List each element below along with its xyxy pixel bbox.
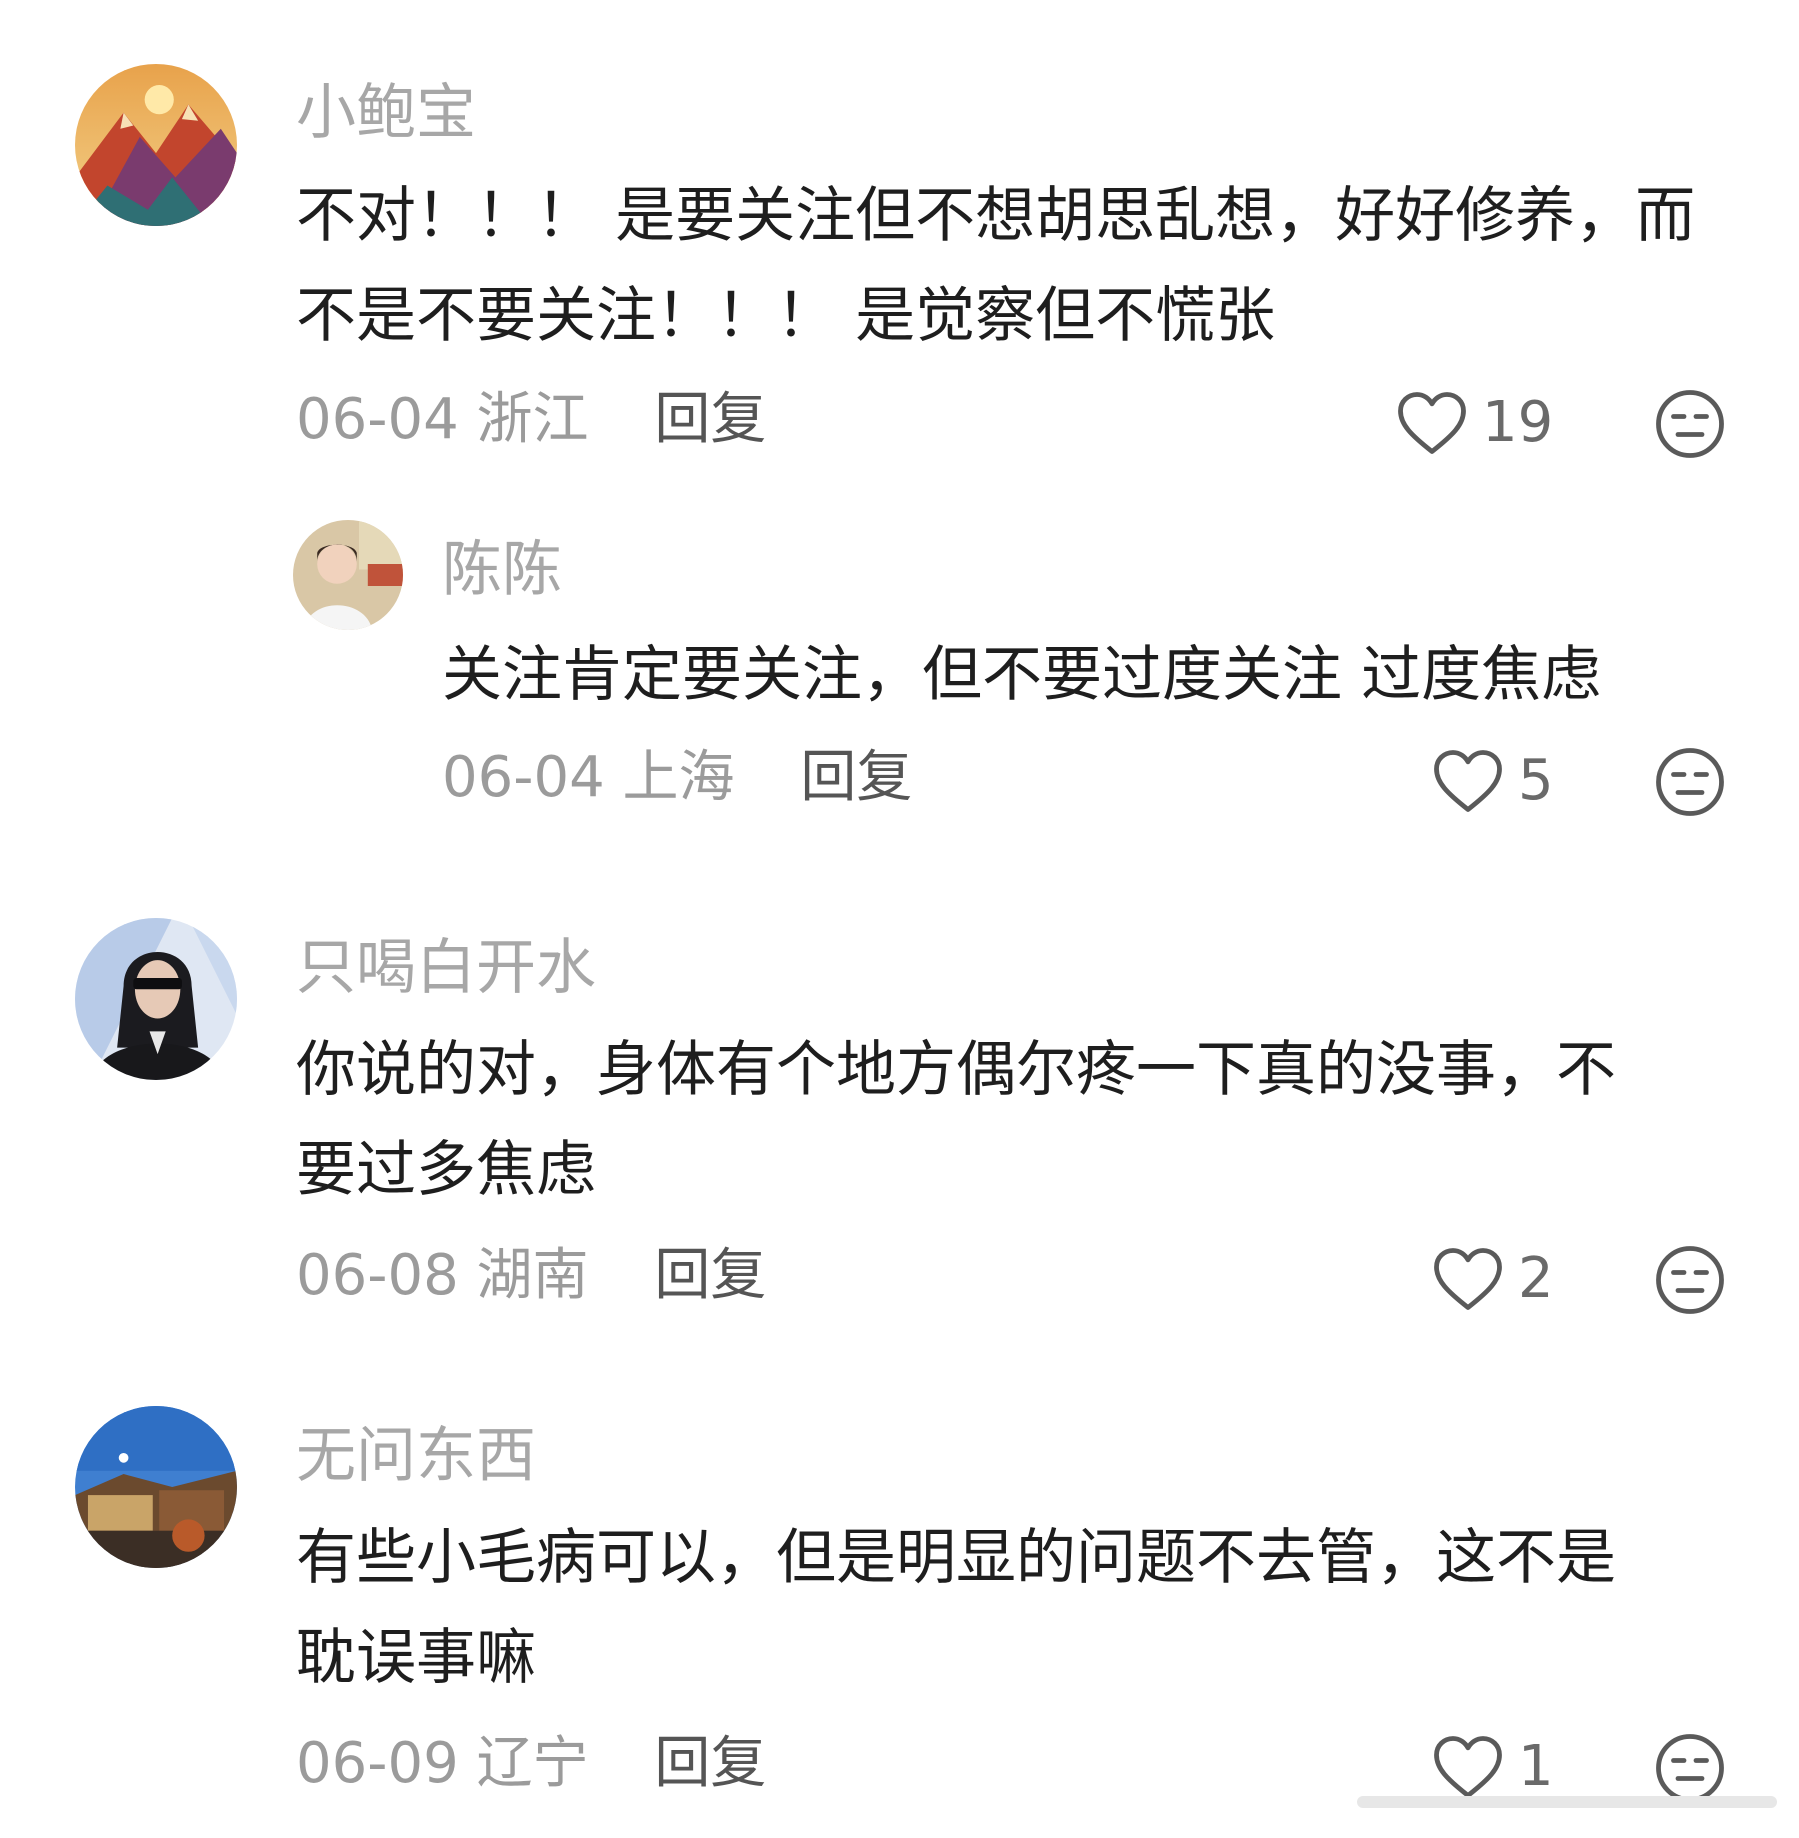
neutral-face-icon	[1656, 748, 1724, 816]
dislike-button[interactable]	[1654, 1732, 1726, 1804]
heart-outline-icon	[1434, 1736, 1502, 1798]
comment-text: 不对！！！ 是要关注但不想胡思乱想，好好修养，而 不是不要关注！！！ 是觉察但不…	[296, 166, 1695, 366]
comment-date: 06-08	[296, 1243, 459, 1308]
reply-button[interactable]: 回复	[654, 1243, 766, 1308]
comment-meta: 06-09 辽宁 回复	[296, 1736, 766, 1792]
comment-username[interactable]: 只喝白开水	[296, 938, 596, 998]
sunglasses-person-avatar[interactable]	[75, 918, 237, 1080]
comment-meta: 06-04 浙江 回复	[296, 392, 766, 448]
reply-text-line: 关注肯定要关注，但不要过度关注 过度焦虑	[442, 640, 1602, 710]
comment-location: 浙江	[476, 387, 589, 452]
comment-text-line: 耽误事嘛	[296, 1623, 536, 1693]
neutral-face-icon	[1656, 390, 1724, 458]
reply-username[interactable]: 陈陈	[442, 540, 562, 600]
comment-text: 有些小毛病可以，但是明显的问题不去管，这不是 耽误事嘛	[296, 1508, 1616, 1708]
like-count: 2	[1518, 1246, 1554, 1311]
reply-location: 上海	[622, 745, 735, 810]
mountain-sunset-avatar[interactable]	[75, 64, 237, 226]
heart-outline-icon	[1434, 750, 1502, 812]
comment-text-line: 你说的对，身体有个地方偶尔疼一下真的没事，不	[296, 1035, 1616, 1105]
dislike-button[interactable]	[1654, 388, 1726, 460]
reply-text: 关注肯定要关注，但不要过度关注 过度焦虑	[442, 625, 1601, 725]
like-count: 5	[1518, 748, 1554, 813]
heart-outline-icon	[1434, 1248, 1502, 1310]
comment-text-line: 要过多焦虑	[296, 1135, 596, 1205]
reply-button[interactable]: 回复	[654, 387, 766, 452]
comment-text-line: 有些小毛病可以，但是明显的问题不去管，这不是	[296, 1523, 1616, 1593]
scroll-indicator[interactable]	[1357, 1796, 1777, 1808]
like-button[interactable]: 5	[1432, 748, 1554, 814]
neutral-face-icon	[1656, 1734, 1724, 1802]
like-count: 19	[1482, 390, 1554, 455]
comment-username[interactable]: 小鲍宝	[296, 83, 476, 143]
comment-text: 你说的对，身体有个地方偶尔疼一下真的没事，不 要过多焦虑	[296, 1020, 1616, 1220]
old-town-avatar[interactable]	[75, 1406, 237, 1568]
comment-date: 06-04	[296, 387, 459, 452]
reply-button[interactable]: 回复	[800, 745, 912, 810]
comment-location: 湖南	[476, 1243, 589, 1308]
reply-date: 06-04	[442, 745, 605, 810]
dislike-button[interactable]	[1654, 1244, 1726, 1316]
dislike-button[interactable]	[1654, 746, 1726, 818]
neutral-face-icon	[1656, 1246, 1724, 1314]
comment-username[interactable]: 无问东西	[296, 1426, 536, 1486]
reply-meta: 06-04 上海 回复	[442, 750, 912, 806]
person-photo-avatar[interactable]	[293, 520, 403, 630]
comment-text-line: 不是不要关注！！！ 是觉察但不慌张	[296, 281, 1276, 351]
like-button[interactable]: 1	[1432, 1734, 1554, 1800]
heart-outline-icon	[1398, 392, 1466, 454]
reply-button[interactable]: 回复	[654, 1731, 766, 1796]
comment-location: 辽宁	[476, 1731, 589, 1796]
like-button[interactable]: 2	[1432, 1246, 1554, 1312]
comment-text-line: 不对！！！ 是要关注但不想胡思乱想，好好修养，而	[296, 181, 1696, 251]
comment-meta: 06-08 湖南 回复	[296, 1248, 766, 1304]
like-count: 1	[1518, 1734, 1554, 1799]
comment-date: 06-09	[296, 1731, 459, 1796]
like-button[interactable]: 19	[1396, 390, 1553, 456]
